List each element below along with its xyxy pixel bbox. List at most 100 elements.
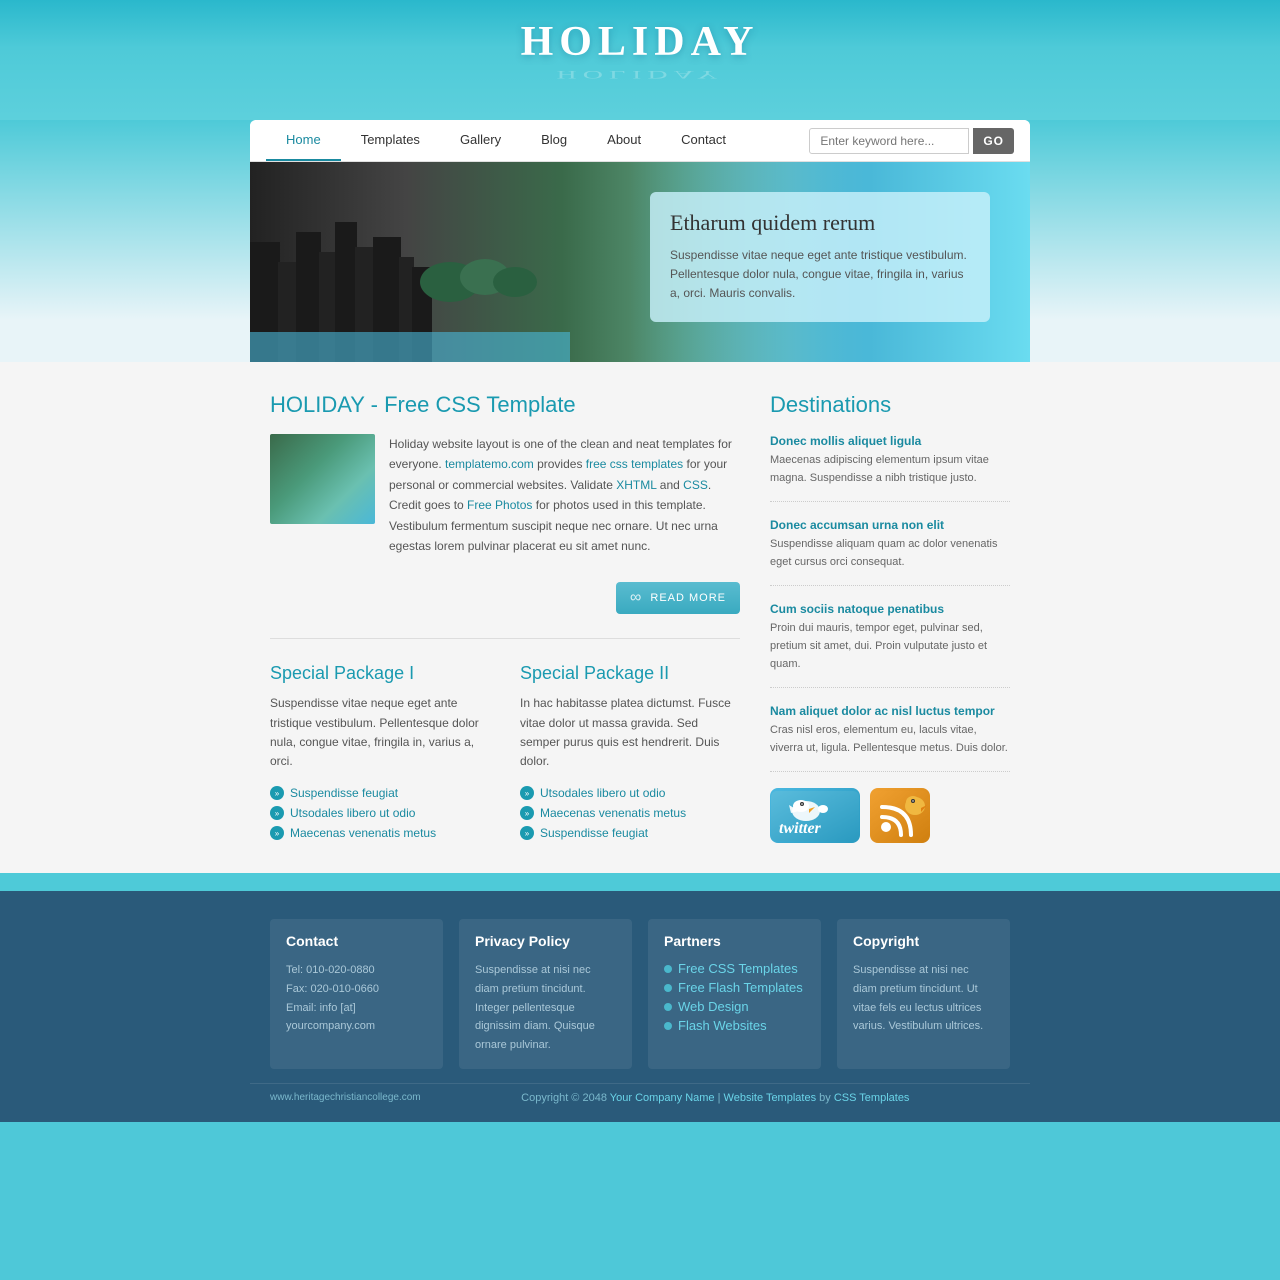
content-inner: HOLIDAY - Free CSS Template Holiday webs… [250,392,1030,843]
partner-2: Free Flash Templates [664,980,805,995]
list-icon [520,826,534,840]
footer-bottom: www.heritagechristiancollege.com Copyrig… [250,1083,1030,1112]
css2-link[interactable]: CSS [683,478,708,492]
list-icon [520,786,534,800]
bullet-icon [664,1022,672,1030]
read-more-button[interactable]: ∞ READ MORE [616,582,740,614]
nav-blog[interactable]: Blog [521,120,587,161]
footer-copyright: Copyright © 2048 Your Company Name | Web… [421,1092,1010,1104]
list-item: Utsodales libero ut odio [520,783,740,803]
footer-copyright-col: Copyright Suspendisse at nisi nec diam p… [837,919,1010,1068]
twitter-badge[interactable]: twitter [770,788,860,843]
xhtml-link[interactable]: XHTML [616,478,656,492]
nav-about[interactable]: About [587,120,661,161]
company-name-link[interactable]: Your Company Name [610,1092,715,1104]
footer-privacy: Privacy Policy Suspendisse at nisi nec d… [459,919,632,1068]
footer-contact: Contact Tel: 010-020-0880 Fax: 020-010-0… [270,919,443,1068]
about-row: Holiday website layout is one of the cle… [270,434,740,556]
bullet-icon [664,965,672,973]
teal-strip [0,873,1280,891]
destination-1: Donec mollis aliquet ligula Maecenas adi… [770,434,1010,502]
hero-heading: Etharum quidem rerum [670,210,970,236]
list-item: Suspendisse feugiat [520,823,740,843]
packages-row: Special Package I Suspendisse vitae nequ… [270,663,740,843]
footer-privacy-title: Privacy Policy [475,933,616,949]
partner-1: Free CSS Templates [664,961,805,976]
footer: Contact Tel: 010-020-0880 Fax: 020-010-0… [0,891,1280,1121]
list-item: Suspendisse feugiat [270,783,490,803]
list-icon [270,786,284,800]
package-1-title: Special Package I [270,663,490,684]
dest-4-link[interactable]: Nam aliquet dolor ac nisl luctus tempor [770,704,1010,718]
search-input[interactable] [809,128,969,154]
list-item: Maecenas venenatis metus [270,823,490,843]
svg-text:twitter: twitter [779,820,822,837]
package-1-desc: Suspendisse vitae neque eget ante tristi… [270,694,490,771]
list-icon [520,806,534,820]
rss-badge[interactable] [870,788,930,843]
css-link[interactable]: free css templates [586,457,683,471]
nav-home[interactable]: Home [266,120,341,161]
left-column: HOLIDAY - Free CSS Template Holiday webs… [270,392,740,843]
copyright-text: Copyright © 2048 [521,1092,610,1104]
destinations-title: Destinations [770,392,1010,418]
site-title-reflection: HOLIDAY [0,68,1280,81]
dest-2-link[interactable]: Donec accumsan urna non elit [770,518,1010,532]
footer-contact-text: Tel: 010-020-0880 Fax: 020-010-0660 Emai… [286,961,427,1036]
footer-partners-list: Free CSS Templates Free Flash Templates … [664,961,805,1033]
sep2: by [819,1092,834,1104]
footer-inner: Contact Tel: 010-020-0880 Fax: 020-010-0… [250,919,1030,1068]
footer-contact-title: Contact [286,933,427,949]
list-icon [270,826,284,840]
hero-banner: Etharum quidem rerum Suspendisse vitae n… [250,162,1030,362]
css-templates-link[interactable]: CSS Templates [834,1092,910,1104]
bullet-icon [664,984,672,992]
section-divider [270,638,740,639]
footer-partners-title: Partners [664,933,805,949]
web-design-link[interactable]: Web Design [678,999,749,1014]
read-more-icon: ∞ [630,589,642,607]
footer-site-url: www.heritagechristiancollege.com [270,1092,421,1103]
list-item: Utsodales libero ut odio [270,803,490,823]
package-1-list: Suspendisse feugiat Utsodales libero ut … [270,783,490,843]
dest-1-desc: Maecenas adipiscing elementum ipsum vita… [770,452,1010,487]
dest-1-link[interactable]: Donec mollis aliquet ligula [770,434,1010,448]
free-css-link[interactable]: Free CSS Templates [678,961,798,976]
package-2: Special Package II In hac habitasse plat… [520,663,740,843]
flash-websites-link[interactable]: Flash Websites [678,1018,767,1033]
footer-privacy-text: Suspendisse at nisi nec diam pretium tin… [475,961,616,1054]
templatemo-link[interactable]: templatemo.com [445,457,534,471]
hero-text-box: Etharum quidem rerum Suspendisse vitae n… [650,192,990,322]
package-2-list: Utsodales libero ut odio Maecenas venena… [520,783,740,843]
package-2-desc: In hac habitasse platea dictumst. Fusce … [520,694,740,771]
nav-gallery[interactable]: Gallery [440,120,521,161]
package-2-title: Special Package II [520,663,740,684]
free-flash-link[interactable]: Free Flash Templates [678,980,803,995]
dest-4-desc: Cras nisl eros, elementum eu, laculs vit… [770,722,1010,757]
dest-3-link[interactable]: Cum sociis natoque penatibus [770,602,1010,616]
bullet-icon [664,1003,672,1011]
package-1: Special Package I Suspendisse vitae nequ… [270,663,490,843]
hero-body: Suspendisse vitae neque eget ante tristi… [670,246,970,304]
about-image [270,434,375,524]
nav-bar: Home Templates Gallery Blog About Contac… [250,120,1030,162]
destination-4: Nam aliquet dolor ac nisl luctus tempor … [770,704,1010,772]
dest-3-desc: Proin dui mauris, tempor eget, pulvinar … [770,620,1010,673]
free-photos-link[interactable]: Free Photos [467,498,532,512]
partner-4: Flash Websites [664,1018,805,1033]
footer-copyright-title: Copyright [853,933,994,949]
header-area: HOLIDAY HOLIDAY [0,0,1280,120]
nav-contact[interactable]: Contact [661,120,746,161]
main-wrapper: Home Templates Gallery Blog About Contac… [250,120,1030,362]
about-text: Holiday website layout is one of the cle… [389,434,740,556]
content-section: HOLIDAY - Free CSS Template Holiday webs… [0,362,1280,873]
partner-3: Web Design [664,999,805,1014]
search-button[interactable]: GO [973,128,1014,154]
read-more-label: READ MORE [650,592,726,604]
right-column: Destinations Donec mollis aliquet ligula… [770,392,1010,843]
footer-partners: Partners Free CSS Templates Free Flash T… [648,919,821,1068]
website-templates-link[interactable]: Website Templates [724,1092,817,1104]
list-item: Maecenas venenatis metus [520,803,740,823]
nav-templates[interactable]: Templates [341,120,440,161]
list-icon [270,806,284,820]
